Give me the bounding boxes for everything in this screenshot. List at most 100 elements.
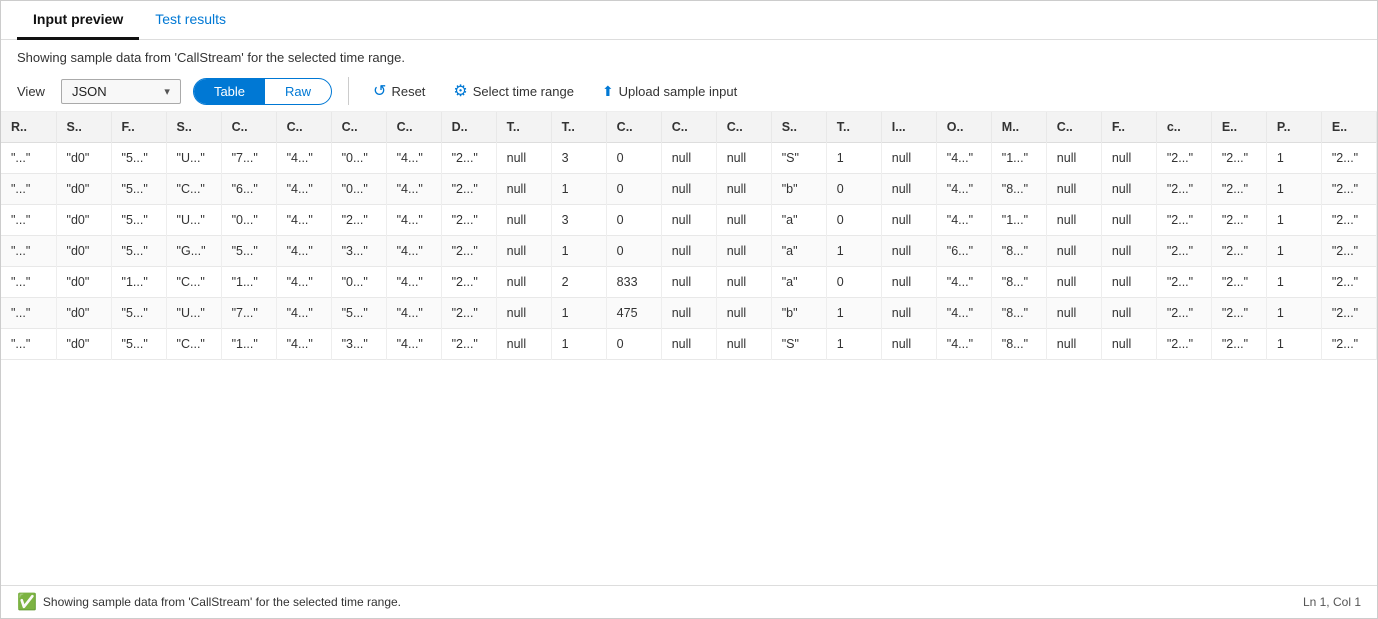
table-cell: "0..." — [331, 267, 386, 298]
table-cell: "2..." — [1211, 205, 1266, 236]
table-cell: "a" — [771, 236, 826, 267]
tab-test-results[interactable]: Test results — [139, 1, 242, 40]
data-table: R..S..F..S..C..C..C..C..D..T..T..C..C..C… — [1, 112, 1377, 360]
table-cell: "4..." — [936, 174, 991, 205]
table-cell: "2..." — [1211, 174, 1266, 205]
table-cell: "5..." — [111, 143, 166, 174]
table-cell: "2..." — [1156, 329, 1211, 360]
table-cell: "4..." — [276, 143, 331, 174]
table-cell: null — [1046, 329, 1101, 360]
table-cell: "d0" — [56, 267, 111, 298]
table-cell: 1 — [826, 143, 881, 174]
table-cell: null — [661, 298, 716, 329]
table-cell: null — [1046, 267, 1101, 298]
view-dropdown[interactable]: JSON ▾ — [61, 79, 181, 104]
table-cell: "3..." — [331, 329, 386, 360]
table-cell: "4..." — [936, 267, 991, 298]
table-cell: "2..." — [1211, 143, 1266, 174]
table-cell: "2..." — [1211, 329, 1266, 360]
chevron-down-icon: ▾ — [164, 85, 170, 98]
table-cell: "b" — [771, 174, 826, 205]
table-cell: null — [496, 174, 551, 205]
table-cell: "7..." — [221, 298, 276, 329]
table-cell: "..." — [1, 298, 56, 329]
table-cell: "2..." — [1211, 298, 1266, 329]
table-cell: "1..." — [221, 267, 276, 298]
table-cell: "4..." — [386, 267, 441, 298]
table-cell: "2..." — [1156, 267, 1211, 298]
table-cell: null — [1101, 329, 1156, 360]
tab-bar: Input preview Test results — [1, 1, 1377, 40]
table-cell: "4..." — [386, 174, 441, 205]
toolbar: View JSON ▾ Table Raw ↺ Reset ⚙ Select t… — [1, 71, 1377, 112]
table-cell: "4..." — [936, 143, 991, 174]
table-cell: null — [496, 298, 551, 329]
table-cell: 0 — [826, 205, 881, 236]
reset-label: Reset — [391, 84, 425, 99]
table-cell: 475 — [606, 298, 661, 329]
table-cell: "5..." — [111, 236, 166, 267]
upload-sample-input-action[interactable]: ⬆ Upload sample input — [594, 79, 745, 104]
table-cell: "C..." — [166, 329, 221, 360]
table-cell: 1 — [1266, 143, 1321, 174]
table-cell: 1 — [1266, 329, 1321, 360]
table-cell: "8..." — [991, 329, 1046, 360]
table-col-header: S.. — [166, 112, 221, 143]
table-cell: null — [661, 205, 716, 236]
table-cell: "4..." — [276, 298, 331, 329]
table-col-header: C.. — [1046, 112, 1101, 143]
table-cell: "2..." — [441, 267, 496, 298]
table-col-header: F.. — [1101, 112, 1156, 143]
table-cell: 3 — [551, 143, 606, 174]
table-cell: null — [1046, 143, 1101, 174]
table-cell: null — [1101, 205, 1156, 236]
raw-toggle-button[interactable]: Raw — [265, 79, 331, 104]
table-col-header: R.. — [1, 112, 56, 143]
table-cell: "..." — [1, 205, 56, 236]
table-col-header: M.. — [991, 112, 1046, 143]
tab-input-preview[interactable]: Input preview — [17, 1, 139, 40]
gear-icon: ⚙ — [453, 81, 467, 101]
table-cell: "4..." — [386, 205, 441, 236]
upload-icon: ⬆ — [602, 83, 614, 100]
table-cell: "2..." — [441, 174, 496, 205]
view-dropdown-value: JSON — [72, 84, 107, 99]
table-cell: "4..." — [276, 267, 331, 298]
table-cell: "5..." — [111, 174, 166, 205]
table-cell: null — [661, 174, 716, 205]
select-time-range-action[interactable]: ⚙ Select time range — [445, 77, 582, 105]
reset-action[interactable]: ↺ Reset — [365, 77, 433, 105]
data-table-area[interactable]: R..S..F..S..C..C..C..C..D..T..T..C..C..C… — [1, 112, 1377, 585]
table-cell: "0..." — [331, 143, 386, 174]
table-row: "...""d0""5...""G...""5...""4...""3...""… — [1, 236, 1377, 267]
table-col-header: C.. — [221, 112, 276, 143]
table-cell: "b" — [771, 298, 826, 329]
table-cell: "2..." — [1321, 143, 1376, 174]
table-cell: "8..." — [991, 174, 1046, 205]
table-col-header: C.. — [386, 112, 441, 143]
table-cell: null — [496, 267, 551, 298]
status-text-right: Ln 1, Col 1 — [1303, 595, 1361, 609]
table-cell: "..." — [1, 143, 56, 174]
table-cell: "8..." — [991, 267, 1046, 298]
table-cell: null — [881, 205, 936, 236]
table-cell: 833 — [606, 267, 661, 298]
table-cell: "d0" — [56, 298, 111, 329]
table-cell: 0 — [606, 174, 661, 205]
table-cell: "2..." — [1156, 174, 1211, 205]
table-cell: "4..." — [386, 143, 441, 174]
table-col-header: S.. — [56, 112, 111, 143]
table-cell: "U..." — [166, 205, 221, 236]
table-col-header: C.. — [716, 112, 771, 143]
table-cell: "4..." — [276, 236, 331, 267]
table-cell: "8..." — [991, 236, 1046, 267]
table-cell: "5..." — [111, 329, 166, 360]
table-cell: "8..." — [991, 298, 1046, 329]
table-row: "...""d0""5...""U...""0...""4...""2...""… — [1, 205, 1377, 236]
view-toggle-group: Table Raw — [193, 78, 332, 105]
table-cell: null — [716, 205, 771, 236]
table-toggle-button[interactable]: Table — [194, 79, 265, 104]
table-cell: null — [661, 329, 716, 360]
table-cell: null — [1101, 174, 1156, 205]
table-cell: 2 — [551, 267, 606, 298]
